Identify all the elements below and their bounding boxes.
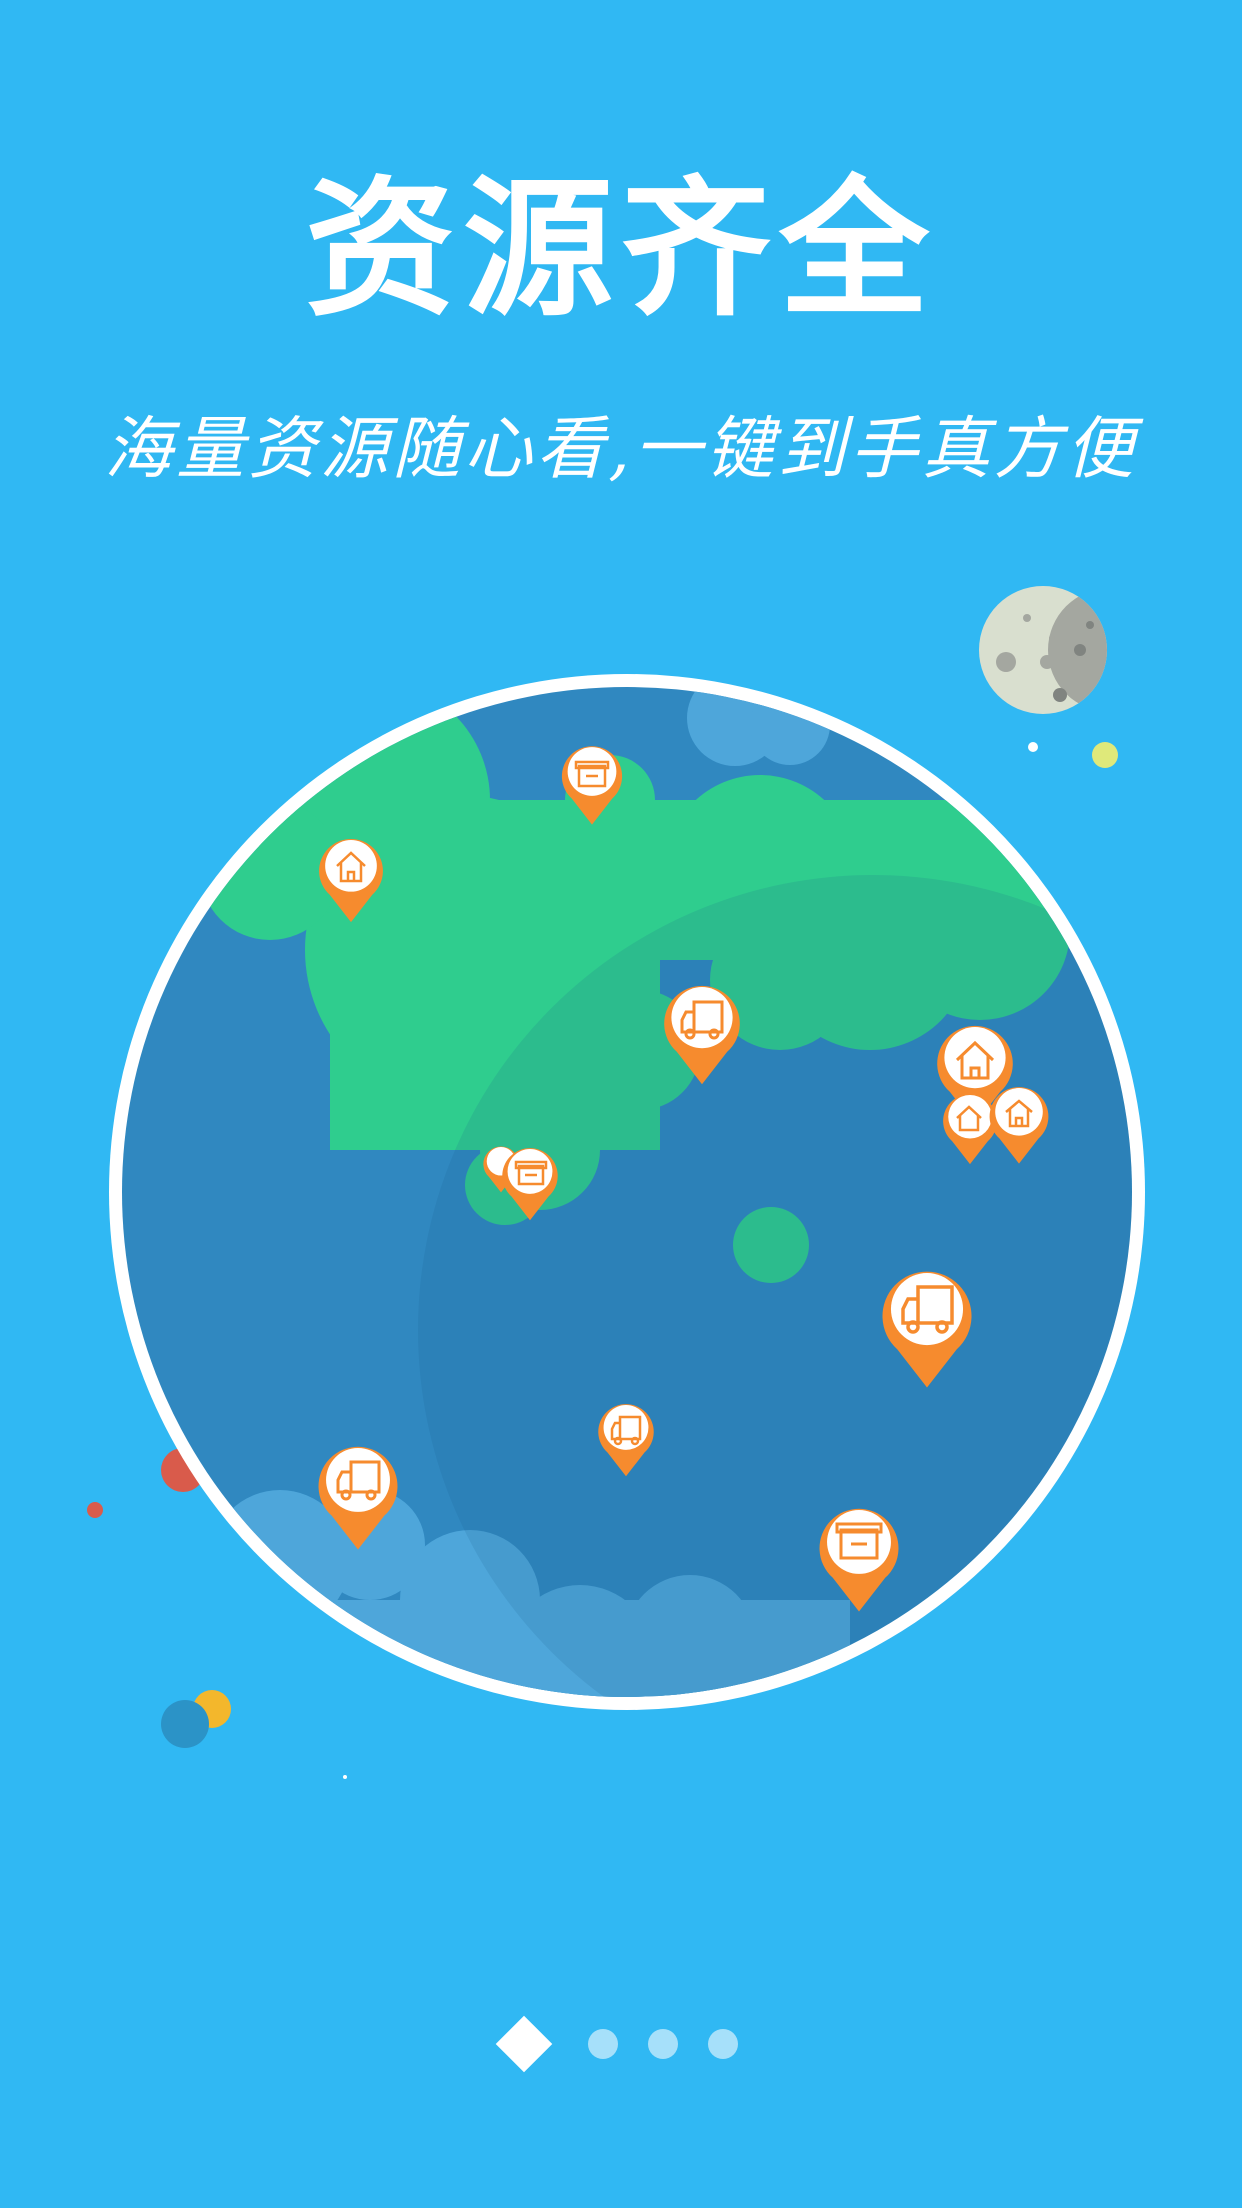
decor-dot-red-small [87,1502,103,1518]
decor-dot-white [1028,742,1038,752]
page-indicator-dot[interactable] [588,2029,618,2059]
page-indicator-dot[interactable] [648,2029,678,2059]
decor-dot-lime [1092,742,1118,768]
decor-dot-blue [161,1700,209,1748]
decor-dot-white-tiny [343,1775,347,1779]
page-indicator [0,2012,1242,2076]
page-indicator-active[interactable] [495,2015,553,2073]
illustration [87,586,1145,1779]
page-indicator-dot[interactable] [708,2029,738,2059]
moon-icon [979,586,1107,714]
globe [109,674,1145,1710]
